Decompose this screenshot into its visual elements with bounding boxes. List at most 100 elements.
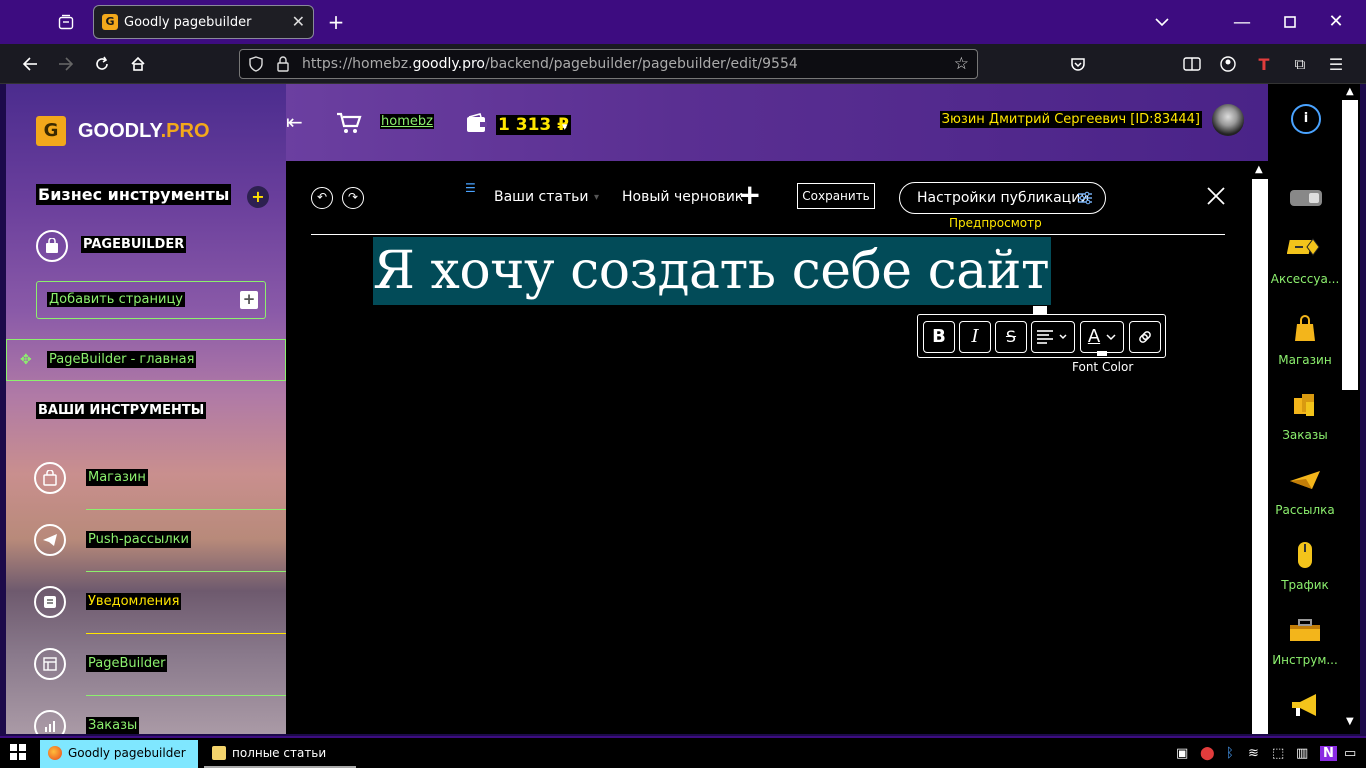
bookmark-star-icon[interactable]: ☆ (954, 54, 969, 74)
user-name[interactable]: Зюзин Дмитрий Сергеевич [ID:83444] (939, 111, 1202, 128)
add-business-tool-button[interactable]: + (247, 186, 269, 208)
extension-t-icon[interactable]: T (1252, 52, 1276, 76)
tray-n-app-icon[interactable]: N (1320, 746, 1337, 761)
tray-app2-icon[interactable]: ⬚ (1272, 746, 1284, 761)
tab-list-chevron-icon[interactable] (1152, 12, 1172, 32)
shop-name-link[interactable]: homebz (380, 114, 434, 129)
browser-tab-active[interactable]: G Goodly pagebuilder ✕ (93, 5, 314, 39)
bluetooth-icon[interactable]: ᛒ (1226, 746, 1234, 761)
goodly-logo[interactable]: G GOODLY.PRO (36, 116, 210, 146)
link-button[interactable] (1129, 321, 1161, 353)
taskbar-folder-item[interactable]: полные статьи (204, 740, 356, 768)
publish-settings-button[interactable]: Настройки публикации (899, 182, 1106, 214)
pagebuilder-tool-icon (34, 648, 66, 680)
address-bar[interactable]: https://homebz.goodly.pro/backend/pagebu… (239, 49, 978, 79)
tray-app-icon[interactable]: ▣ (1176, 746, 1188, 761)
shop-label: Магазин (1278, 353, 1332, 367)
collapse-sidebar-icon[interactable]: ⇤ (286, 110, 303, 134)
pagebuilder-section-label[interactable]: PAGEBUILDER (81, 236, 187, 253)
shield-icon[interactable] (248, 56, 264, 76)
right-item-tools[interactable]: Инструм... (1268, 615, 1342, 667)
right-item-shop[interactable]: Магазин (1268, 315, 1342, 367)
right-item-traffic[interactable]: Трафик (1268, 540, 1342, 592)
goodly-bag-logo-icon: G (36, 116, 66, 146)
orders-label: Заказы (1282, 428, 1328, 442)
right-item-mailing[interactable]: Рассылка (1268, 465, 1342, 517)
right-sidebar: i Аксессуа... Магазин Заказы Рассылка Тр… (1268, 84, 1342, 734)
minimize-window-icon[interactable]: — (1232, 12, 1252, 33)
windows-start-icon[interactable] (10, 744, 26, 764)
close-tab-icon[interactable]: ✕ (292, 12, 305, 31)
right-sidebar-scrollbar[interactable]: ▲ ▼ (1342, 84, 1360, 734)
notifications-center-icon[interactable]: ▭ (1344, 746, 1356, 761)
right-scroll-up-icon[interactable]: ▲ (1346, 86, 1354, 97)
browser-tab-strip: G Goodly pagebuilder ✕ + — ✕ (0, 0, 1366, 44)
maximize-window-icon[interactable] (1280, 12, 1300, 32)
app-menu-icon[interactable]: ☰ (1324, 52, 1348, 76)
new-draft-label[interactable]: Новый черновик (622, 189, 743, 205)
strikethrough-button[interactable]: S (995, 321, 1027, 353)
balance-chevron-icon[interactable]: ▾ (562, 120, 568, 133)
back-arrow-icon[interactable] (18, 52, 42, 76)
toggle-switch[interactable] (1290, 190, 1322, 206)
taskbar-firefox-item[interactable]: Goodly pagebuilder — ... (40, 740, 198, 768)
home-icon[interactable] (126, 52, 150, 76)
editor-scrollbar-thumb[interactable] (1252, 179, 1268, 734)
tool-notifications-link[interactable]: Уведомления (86, 593, 182, 610)
lock-icon[interactable] (276, 56, 290, 76)
your-tools-title: ВАШИ ИНСТРУМЕНТЫ (36, 402, 207, 419)
megaphone-icon (1268, 692, 1342, 722)
orders-icon (1268, 390, 1342, 420)
font-color-button[interactable]: A (1080, 321, 1124, 353)
scroll-up-arrow-icon[interactable]: ▲ (1255, 164, 1263, 175)
editor-scrollbar[interactable]: ▲ (1252, 161, 1268, 734)
right-item-orders[interactable]: Заказы (1268, 390, 1342, 442)
extensions-puzzle-icon[interactable]: ⧉ (1288, 52, 1312, 76)
your-articles-dropdown[interactable]: Ваши статьи (494, 189, 588, 205)
new-tab-icon[interactable]: + (326, 10, 346, 34)
bold-button[interactable]: B (923, 321, 955, 353)
add-page-button[interactable]: Добавить страницу + (36, 281, 266, 319)
close-editor-icon[interactable] (1206, 185, 1226, 211)
account-icon[interactable] (1216, 52, 1240, 76)
tool-shop-link[interactable]: Магазин (86, 469, 148, 486)
business-tools-title: Бизнес инструменты (36, 184, 232, 205)
italic-button[interactable]: I (959, 321, 991, 353)
firefox-icon (48, 746, 62, 760)
info-icon[interactable]: i (1291, 104, 1321, 134)
right-scroll-thumb[interactable] (1342, 100, 1358, 390)
user-avatar[interactable] (1212, 104, 1244, 136)
mailing-label: Рассылка (1275, 503, 1335, 517)
tool-pagebuilder-link[interactable]: PageBuilder (86, 655, 168, 672)
wifi-icon[interactable]: ≋ (1248, 746, 1259, 761)
preview-link[interactable]: Предпросмотр (949, 216, 1042, 230)
forward-arrow-icon[interactable] (54, 52, 78, 76)
save-button[interactable]: Сохранить (797, 183, 875, 209)
tool-orders-link[interactable]: Заказы (86, 717, 140, 734)
undo-icon[interactable]: ↶ (311, 187, 333, 209)
selection-handle[interactable] (1033, 306, 1047, 314)
tray-winamp-icon[interactable]: ▥ (1296, 746, 1308, 761)
pagebuilder-main-page-item[interactable]: ✥ PageBuilder - главная (6, 339, 286, 381)
right-scroll-down-icon[interactable]: ▼ (1346, 716, 1354, 727)
close-window-icon[interactable]: ✕ (1326, 11, 1346, 32)
reader-view-icon[interactable] (1180, 52, 1204, 76)
balance-amount[interactable]: 1 313 ₽ (496, 115, 571, 135)
articles-chevron-icon[interactable]: ▾ (594, 192, 599, 203)
reload-icon[interactable] (90, 52, 114, 76)
divider (86, 571, 286, 572)
tray-red-app-icon[interactable]: ⬤ (1200, 746, 1215, 761)
tab-overview-icon[interactable] (56, 12, 76, 32)
articles-list-icon[interactable]: ☰ (465, 181, 476, 195)
right-item-accessories[interactable]: Аксессуа... (1268, 234, 1342, 286)
right-item-megaphone[interactable] (1268, 692, 1342, 722)
wallet-icon[interactable] (466, 113, 488, 138)
align-dropdown-button[interactable] (1031, 321, 1075, 353)
redo-icon[interactable]: ↷ (342, 187, 364, 209)
article-headline[interactable]: Я хочу создать себе сайт (373, 237, 1052, 305)
tool-push-link[interactable]: Push-рассылки (86, 531, 191, 548)
pocket-icon[interactable] (1066, 52, 1090, 76)
telegram-push-icon (34, 524, 66, 556)
new-draft-plus-icon[interactable]: + (738, 181, 761, 209)
cart-icon[interactable] (336, 112, 362, 140)
